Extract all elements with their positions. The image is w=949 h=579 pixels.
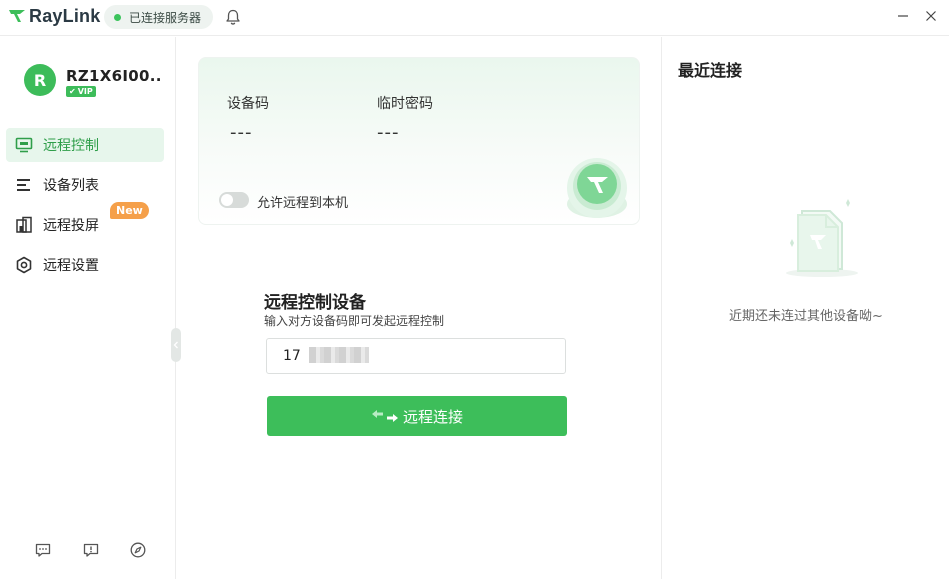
user-name[interactable]: RZ1X6I00..: [66, 67, 162, 85]
settings-hex-icon: [14, 255, 34, 275]
remote-connect-button[interactable]: 远程连接: [267, 396, 567, 436]
status-dot-icon: [114, 13, 121, 21]
remote-control-title: 远程控制设备: [264, 293, 366, 313]
raylink-logo-icon: [9, 10, 25, 22]
allow-remote-toggle[interactable]: [219, 192, 249, 208]
sidebar-item-remote-settings[interactable]: 远程设置: [6, 248, 164, 282]
device-code-value: ---: [230, 122, 253, 143]
sidebar-item-label: 远程投屏: [43, 218, 99, 234]
list-icon: [14, 175, 34, 195]
notification-bell-icon[interactable]: [224, 8, 242, 26]
main-panel: 设备码 --- 临时密码 --- 允许远程到本机 远程控制设备 输入对方设备码即…: [177, 37, 660, 579]
redacted-code-mask: [309, 347, 369, 363]
device-info-card: 设备码 --- 临时密码 --- 允许远程到本机: [198, 57, 640, 225]
feedback-icon[interactable]: [34, 541, 52, 559]
server-status-badge: 已连接服务器: [104, 5, 214, 29]
raylink-window: RayLink 已连接服务器 R RZ1X6I00.. ✔ VIP 远程控制 设…: [0, 0, 949, 579]
minimize-button[interactable]: [893, 6, 913, 26]
empty-state-text: 近期还未连过其他设备呦~: [729, 309, 883, 324]
close-button[interactable]: [921, 6, 941, 26]
vip-badge: ✔ VIP: [66, 86, 96, 97]
recent-connections-title: 最近连接: [678, 61, 743, 80]
vip-badge-label: VIP: [77, 87, 93, 96]
empty-document-icon: [786, 199, 858, 277]
sidebar-item-screen-cast[interactable]: 远程投屏 New: [6, 202, 164, 242]
sidebar-nav: 远程控制 设备列表 远程投屏 New 远程设置: [6, 128, 164, 288]
report-icon[interactable]: [82, 541, 100, 559]
sidebar-item-label: 设备列表: [43, 178, 99, 194]
raylink-emblem-icon: [567, 158, 627, 218]
monitor-icon: [14, 135, 34, 155]
new-badge: New: [110, 202, 149, 219]
toggle-knob: [221, 194, 233, 206]
temp-password-value: ---: [377, 122, 400, 143]
app-name: RayLink: [29, 5, 101, 26]
title-bar: RayLink 已连接服务器: [0, 0, 949, 36]
remote-connect-label: 远程连接: [402, 407, 463, 426]
device-code-label: 设备码: [227, 96, 269, 112]
server-status-text: 已连接服务器: [129, 10, 202, 25]
vip-check-icon: ✔: [69, 87, 76, 96]
arrows-exchange-icon: [371, 410, 398, 422]
compass-icon[interactable]: [129, 541, 147, 559]
remote-control-subtitle: 输入对方设备码即可发起远程控制: [264, 314, 445, 328]
sidebar-item-remote-control[interactable]: 远程控制: [6, 128, 164, 162]
temp-password-label: 临时密码: [377, 96, 433, 112]
sidebar-item-label: 远程设置: [43, 258, 99, 274]
sidebar-item-label: 远程控制: [43, 138, 99, 154]
screen-cast-icon: [14, 215, 34, 235]
avatar[interactable]: R: [24, 64, 56, 96]
sidebar: R RZ1X6I00.. ✔ VIP 远程控制 设备列表 远程投屏 New 远程…: [0, 37, 181, 579]
recent-connections-panel: 最近连接 近期还未连过其他设备呦~: [661, 37, 949, 579]
app-logo: RayLink: [8, 5, 100, 27]
sidebar-item-device-list[interactable]: 设备列表: [6, 168, 164, 202]
allow-remote-label: 允许远程到本机: [257, 196, 349, 211]
